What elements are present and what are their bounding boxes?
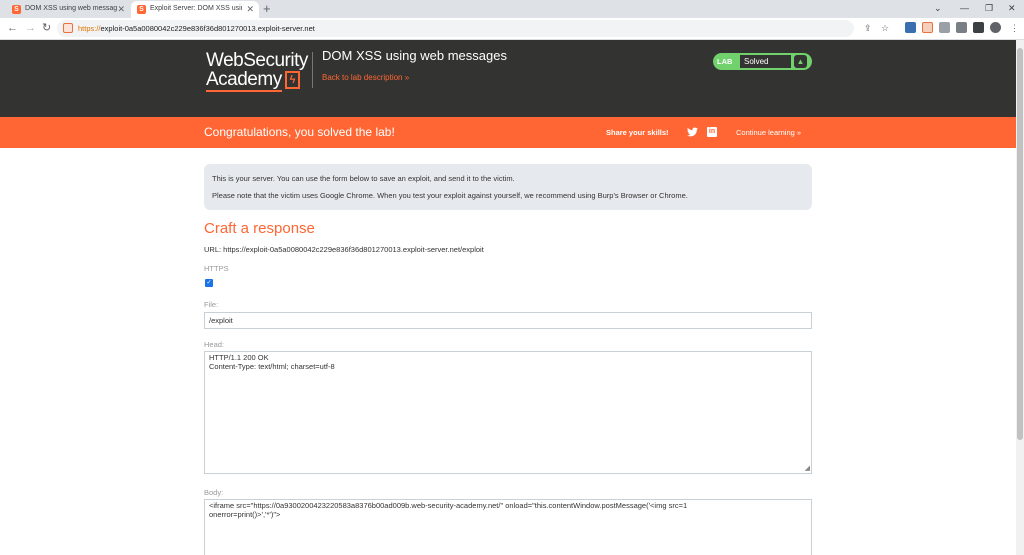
extension-icon[interactable] <box>905 22 916 33</box>
tab-title: DOM XSS using web messages <box>25 5 117 12</box>
profile-avatar-icon[interactable] <box>990 22 1001 33</box>
craft-response-heading: Craft a response <box>204 220 315 237</box>
browser-tab-exploit-server[interactable]: S Exploit Server: DOM XSS using w ✕ <box>131 1 259 18</box>
scrollbar-thumb[interactable] <box>1017 48 1023 440</box>
close-icon[interactable]: ✕ <box>246 1 254 17</box>
academy-header: WebSecurity Academy ϟ DOM XSS using web … <box>0 40 1016 117</box>
puzzle-extension-icon[interactable] <box>939 22 950 33</box>
lab-badge: LAB <box>717 57 733 66</box>
linkedin-icon[interactable]: in <box>707 127 717 137</box>
portswigger-favicon-icon: S <box>137 5 146 14</box>
share-skills-label: Share your skills! <box>606 128 669 137</box>
forward-arrow-icon[interactable]: → <box>25 21 36 35</box>
tab-search-chevron-icon[interactable]: ⌄ <box>934 2 942 14</box>
congratulations-message: Congratulations, you solved the lab! <box>204 125 395 139</box>
bookmark-star-icon[interactable]: ☆ <box>881 22 889 34</box>
share-icon[interactable]: ⇪ <box>864 22 872 34</box>
exploit-url-text: URL: https://exploit-0a5a0080042c229e836… <box>204 245 484 254</box>
https-checkbox[interactable]: ✓ <box>205 279 213 287</box>
head-textarea[interactable]: HTTP/1.1 200 OK Content-Type: text/html;… <box>204 351 812 474</box>
lightning-bolt-icon: ϟ <box>285 71 300 89</box>
back-to-lab-description-link[interactable]: Back to lab description » <box>322 73 409 82</box>
continue-learning-link[interactable]: Continue learning » <box>736 117 801 148</box>
congratulations-banner: Congratulations, you solved the lab! Sha… <box>0 117 1016 148</box>
body-textarea[interactable]: <iframe src="https://0a9300200423220583a… <box>204 499 812 555</box>
lab-status-text: Solved <box>740 55 791 68</box>
extension-icon[interactable] <box>956 22 967 33</box>
body-label: Body: <box>204 488 224 497</box>
browser-toolbar: ← → ↻ https://exploit-0a5a0080042c229e83… <box>0 18 1024 40</box>
url-text: https://exploit-0a5a0080042c229e836f36d8… <box>78 24 315 33</box>
site-info-icon[interactable] <box>63 23 73 33</box>
side-panel-icon[interactable] <box>973 22 984 33</box>
lab-status-widget: LAB Solved ▲ <box>713 53 812 70</box>
info-text-line: This is your server. You can use the for… <box>212 174 515 183</box>
new-tab-button[interactable]: + <box>263 1 271 17</box>
burp-extension-icon[interactable] <box>922 22 933 33</box>
more-menu-icon[interactable]: ⋮ <box>1010 22 1019 34</box>
head-textarea-content: HTTP/1.1 200 OK Content-Type: text/html;… <box>209 353 335 371</box>
close-icon[interactable]: ✕ <box>117 1 125 17</box>
minimize-button[interactable]: — <box>960 2 969 14</box>
https-label: HTTPS <box>204 264 229 273</box>
page-viewport: WebSecurity Academy ϟ DOM XSS using web … <box>0 40 1016 555</box>
portswigger-favicon-icon: S <box>12 5 21 14</box>
body-textarea-content: <iframe src="https://0a9300200423220583a… <box>209 501 688 519</box>
file-label: File: <box>204 300 219 309</box>
server-info-box: This is your server. You can use the for… <box>204 164 812 210</box>
head-label: Head: <box>204 340 225 349</box>
twitter-icon[interactable] <box>687 127 698 137</box>
resize-grip-icon[interactable]: ◢ <box>805 465 810 472</box>
flask-icon: ▲ <box>794 55 807 68</box>
file-input[interactable]: /exploit <box>204 312 812 329</box>
logo-text-academy: Academy <box>206 69 282 92</box>
back-arrow-icon[interactable]: ← <box>7 21 18 35</box>
address-bar[interactable]: https://exploit-0a5a0080042c229e836f36d8… <box>57 20 854 37</box>
info-text-line: Please note that the victim uses Google … <box>212 191 688 200</box>
logo-divider <box>312 52 313 88</box>
tab-title: Exploit Server: DOM XSS using w <box>150 5 242 12</box>
page-scrollbar[interactable] <box>1016 40 1024 555</box>
browser-tab-lab[interactable]: S DOM XSS using web messages ✕ <box>6 1 130 18</box>
restore-button[interactable]: ❐ <box>985 2 993 14</box>
reload-icon[interactable]: ↻ <box>42 21 51 35</box>
window-close-button[interactable]: ✕ <box>1008 2 1016 14</box>
browser-tab-strip: S DOM XSS using web messages ✕ S Exploit… <box>0 0 1024 18</box>
lab-title: DOM XSS using web messages <box>322 48 507 63</box>
logo-text-websecurity: WebSecurity <box>206 50 308 71</box>
